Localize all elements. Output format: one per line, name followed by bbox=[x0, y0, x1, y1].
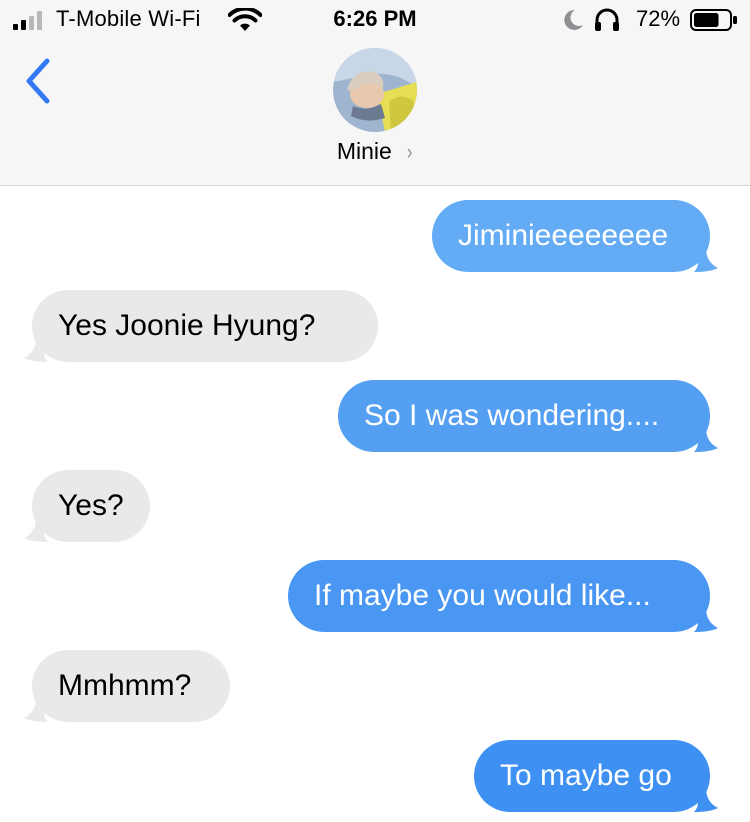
message-text: If maybe you would like... bbox=[314, 579, 651, 612]
message-bubble-outgoing[interactable]: If maybe you would like... bbox=[288, 560, 718, 632]
status-bar: T-Mobile Wi-Fi 6:26 PM 72% bbox=[0, 0, 750, 42]
message-text: Yes? bbox=[58, 489, 124, 522]
message-text: Yes Joonie Hyung? bbox=[58, 309, 316, 342]
message-bubble-outgoing[interactable]: Jiminieeeeeeee bbox=[432, 200, 718, 272]
avatar-photo bbox=[333, 48, 417, 132]
contact-name-button[interactable]: Minie › bbox=[0, 138, 750, 165]
bubble-tail bbox=[24, 698, 48, 722]
message-bubble-outgoing[interactable]: So I was wondering.... bbox=[338, 380, 718, 452]
message-text: To maybe go bbox=[500, 759, 672, 792]
conversation-header: T-Mobile Wi-Fi 6:26 PM 72% Minie › bbox=[0, 0, 750, 186]
bubble-tail bbox=[694, 248, 718, 272]
message-text: Mmhmm? bbox=[58, 669, 192, 702]
battery-icon bbox=[690, 9, 737, 31]
contact-name: Minie bbox=[336, 138, 392, 164]
message-bubble-outgoing[interactable]: To maybe go bbox=[474, 740, 718, 812]
contact-avatar[interactable] bbox=[333, 48, 417, 132]
moon-icon bbox=[564, 9, 583, 30]
message-bubble-incoming[interactable]: Yes? bbox=[24, 470, 150, 542]
battery-percent: 72% bbox=[636, 6, 681, 31]
headphones-icon bbox=[595, 8, 619, 31]
bubble-tail bbox=[24, 338, 48, 362]
bubble-tail bbox=[694, 428, 718, 452]
message-bubble-incoming[interactable]: Mmhmm? bbox=[24, 650, 230, 722]
chevron-right-icon: › bbox=[406, 139, 413, 164]
message-text: Jiminieeeeeeee bbox=[458, 219, 669, 252]
chevron-left-icon bbox=[26, 58, 50, 104]
bubble-tail bbox=[694, 788, 718, 812]
bubble-tail bbox=[694, 608, 718, 632]
message-bubble-incoming[interactable]: Yes Joonie Hyung? bbox=[24, 290, 378, 362]
back-button[interactable] bbox=[18, 56, 58, 106]
bubble-tail bbox=[24, 518, 48, 542]
message-text: So I was wondering.... bbox=[364, 399, 660, 432]
